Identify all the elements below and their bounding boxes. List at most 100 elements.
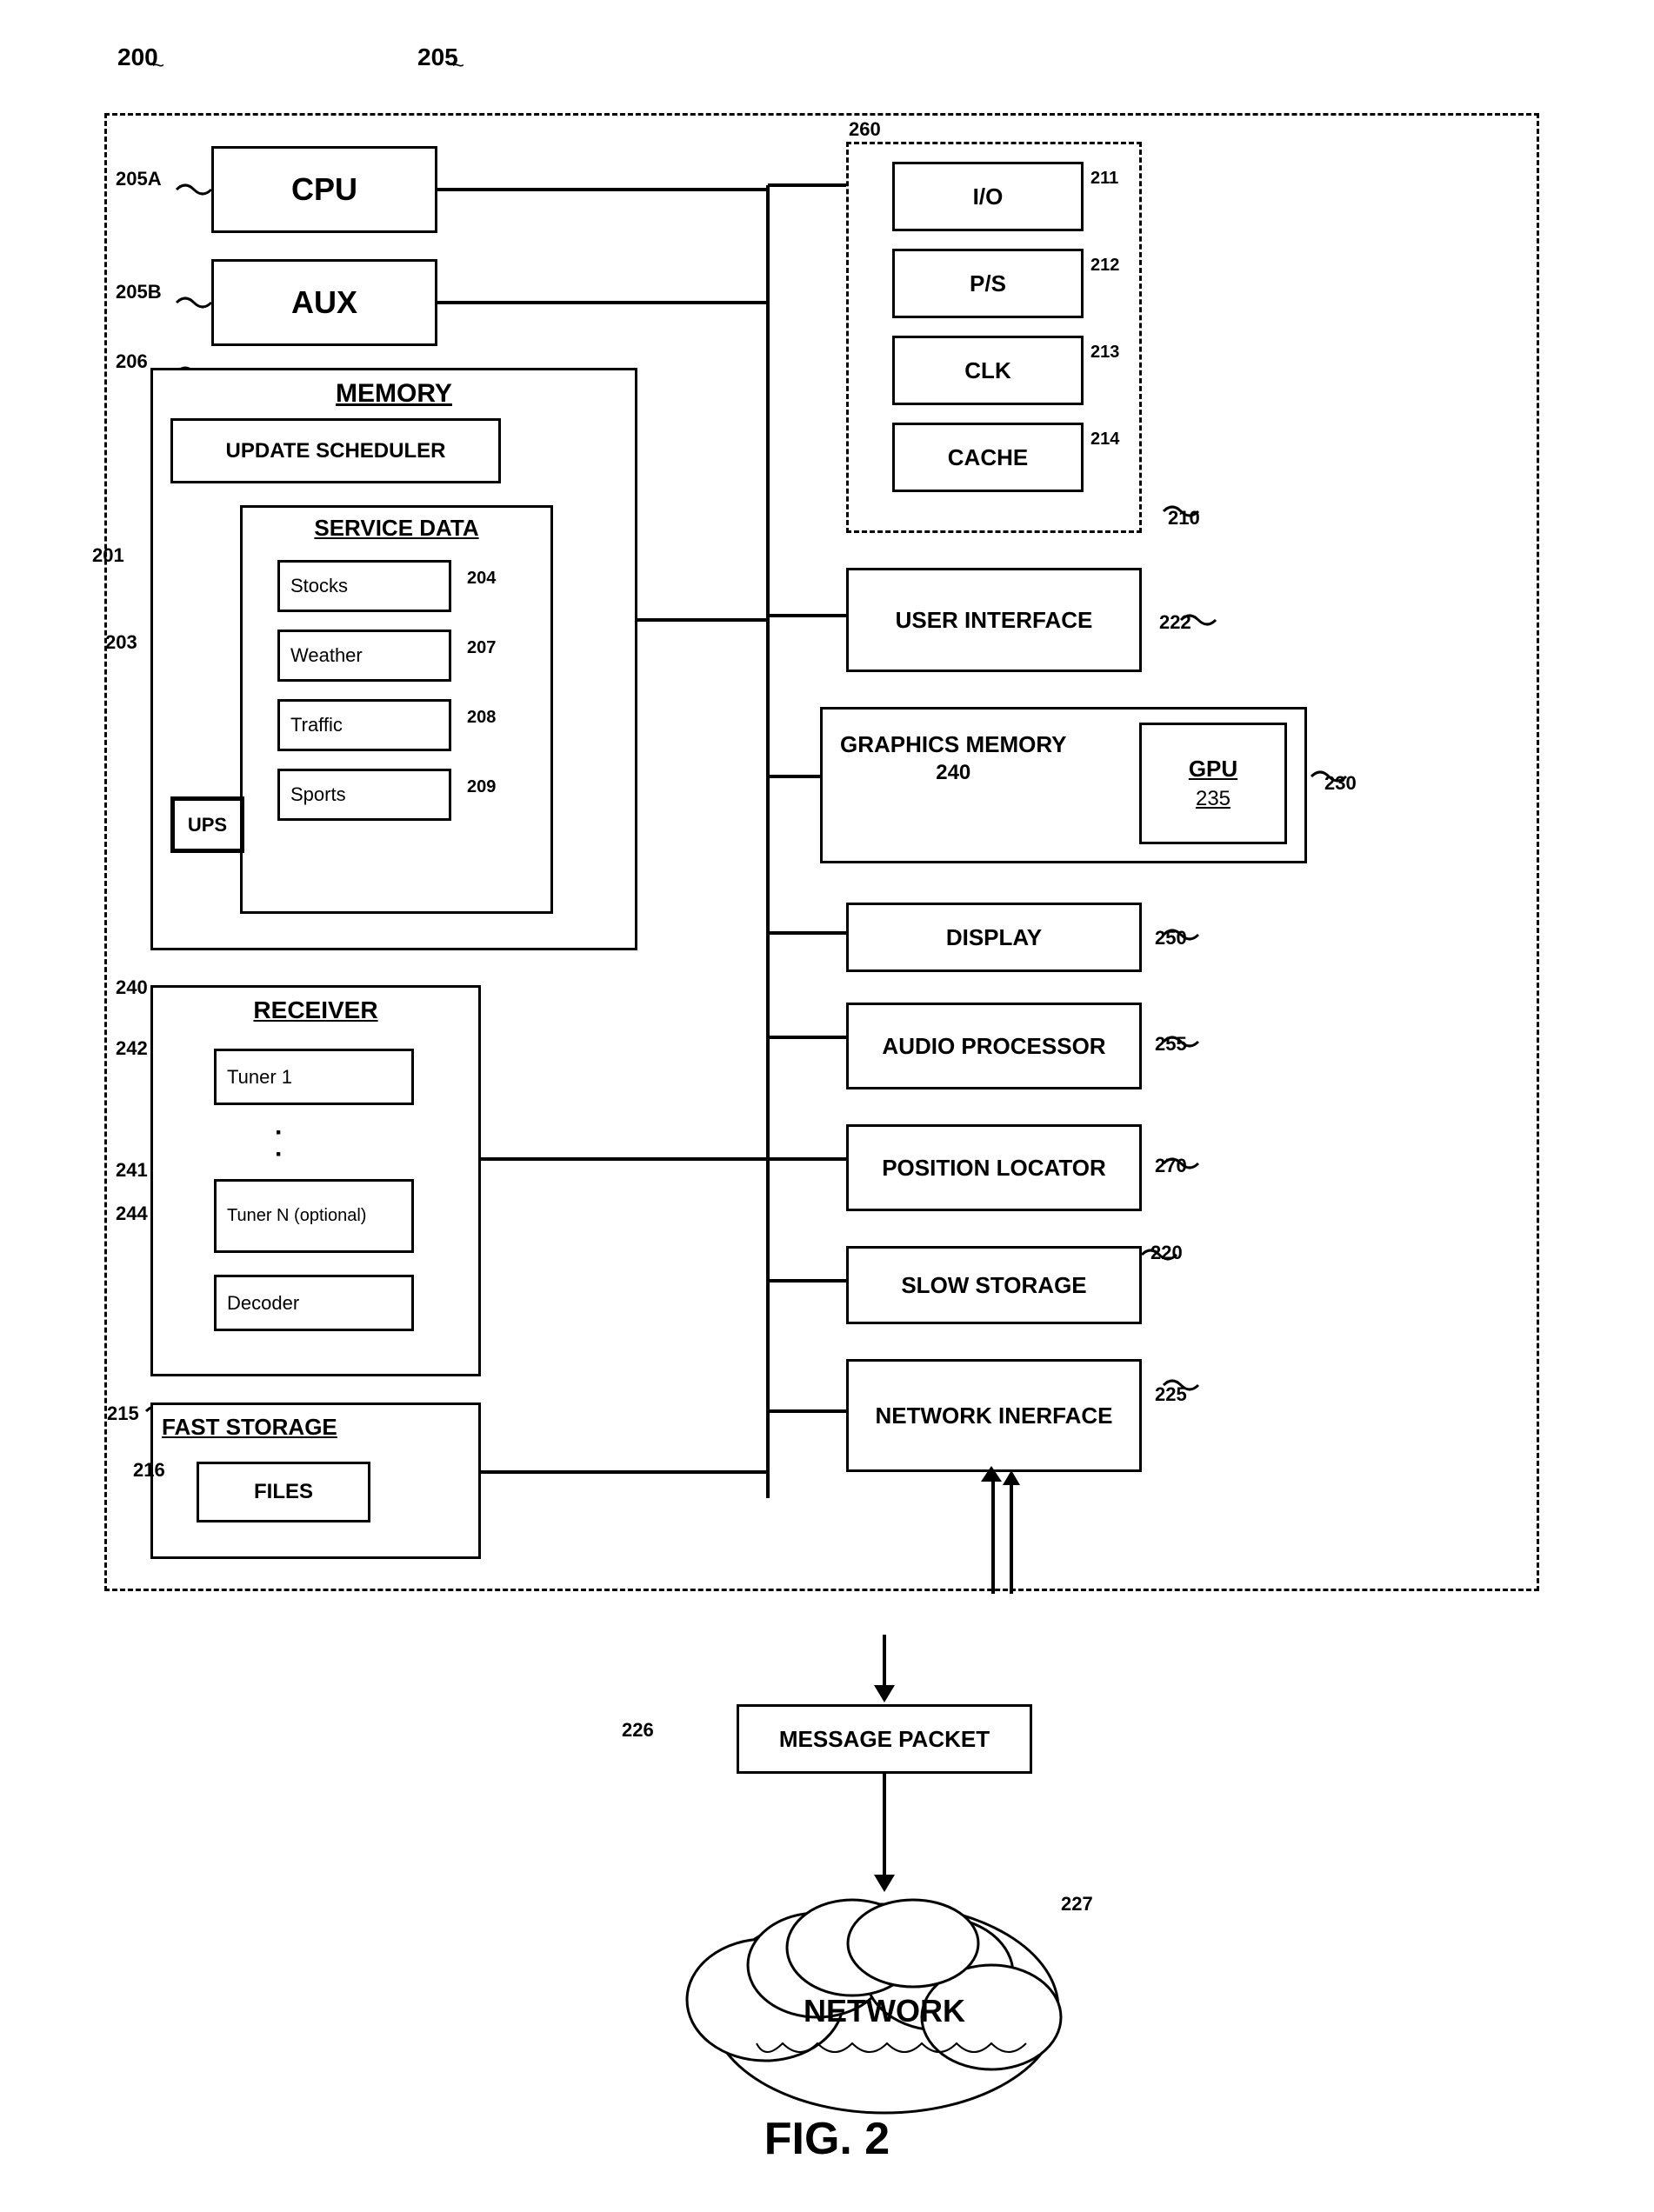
wavy-205: ~ <box>452 54 464 78</box>
ref-208: 208 <box>467 708 496 728</box>
ref-270: 270 <box>1155 1155 1187 1177</box>
aux-label: AUX <box>291 284 357 321</box>
sports-label: Sports <box>290 783 346 806</box>
update-scheduler-label: UPDATE SCHEDULER <box>226 439 446 463</box>
ref-250: 250 <box>1155 927 1187 949</box>
page: 200 ~ 205 ~ <box>0 0 1654 2212</box>
cpu-label: CPU <box>291 171 357 208</box>
message-packet-box: MESSAGE PACKET <box>737 1704 1032 1774</box>
tuner1-label: Tuner 1 <box>227 1066 292 1089</box>
cpu-box: CPU <box>211 146 437 233</box>
service-data-label: SERVICE DATA <box>243 508 550 542</box>
ref-213: 213 <box>1090 343 1119 363</box>
ref-203: 203 <box>105 631 137 654</box>
decoder-label: Decoder <box>227 1292 299 1315</box>
graphics-group-box: GRAPHICS MEMORY 240 GPU 235 <box>820 707 1307 863</box>
audio-label: AUDIO PROCESSOR <box>882 1033 1105 1060</box>
ref-204: 204 <box>467 569 496 589</box>
display-label: DISPLAY <box>946 924 1042 951</box>
bottom-section: NETWORK MESSAGE PACKET 226 227 <box>104 1635 1539 2174</box>
gpu-ref: 235 <box>1196 787 1230 811</box>
position-label: POSITION LOCATOR <box>882 1155 1106 1182</box>
ref-241: 241 <box>116 1159 148 1182</box>
clk-box: CLK <box>892 336 1084 405</box>
ref-227: 227 <box>1061 1893 1093 1916</box>
ref-244: 244 <box>116 1203 148 1225</box>
network-interface-label: NETWORK INERFACE <box>876 1402 1113 1429</box>
arrow-up-net <box>981 1466 1002 1482</box>
message-packet-label: MESSAGE PACKET <box>779 1726 990 1753</box>
memory-label: MEMORY <box>153 370 635 409</box>
ref-225: 225 <box>1155 1383 1187 1406</box>
audio-box: AUDIO PROCESSOR <box>846 1003 1142 1089</box>
ref-215: 215 <box>107 1402 139 1425</box>
service-data-box: SERVICE DATA Stocks Weather Traffic Spor… <box>240 505 553 914</box>
ups-box: UPS <box>170 796 244 853</box>
net-down-line <box>991 1472 995 1594</box>
cache-box: CACHE <box>892 423 1084 492</box>
stocks-box: Stocks <box>277 560 451 612</box>
tunerN-box: Tuner N (optional) <box>214 1179 414 1253</box>
ref-226: 226 <box>622 1719 654 1742</box>
main-outer-box: 205A 205B 206 CPU AUX MEMORY UPDATE SCHE… <box>104 113 1539 1591</box>
slow-storage-label: SLOW STORAGE <box>901 1272 1086 1299</box>
ref-214: 214 <box>1090 430 1119 450</box>
network-interface-box: NETWORK INERFACE <box>846 1359 1142 1472</box>
receiver-box: RECEIVER Tuner 1 · · Tuner N (optional) … <box>150 985 481 1376</box>
receiver-label: RECEIVER <box>153 988 478 1024</box>
fast-storage-label: FAST STORAGE <box>153 1405 478 1441</box>
ref-255: 255 <box>1155 1033 1187 1056</box>
fast-storage-box: FAST STORAGE FILES <box>150 1402 481 1559</box>
gpu-box: GPU 235 <box>1139 723 1287 844</box>
weather-box: Weather <box>277 630 451 682</box>
fig-caption: FIG. 2 <box>0 2113 1654 2165</box>
stocks-label: Stocks <box>290 575 348 597</box>
tuner1-box: Tuner 1 <box>214 1049 414 1105</box>
ui-label: USER INTERFACE <box>896 607 1093 634</box>
clk-label: CLK <box>964 357 1010 384</box>
ref-230: 230 <box>1324 772 1357 795</box>
ref-209: 209 <box>467 777 496 797</box>
ref-201: 201 <box>92 544 124 567</box>
display-box: DISPLAY <box>846 903 1142 972</box>
ups-label: UPS <box>188 814 227 836</box>
ref-260: 260 <box>849 118 881 141</box>
ref-220: 220 <box>1150 1242 1183 1264</box>
ref-216: 216 <box>133 1459 165 1482</box>
cache-label: CACHE <box>948 444 1028 471</box>
ref-212: 212 <box>1090 256 1119 276</box>
tunerN-label: Tuner N (optional) <box>227 1206 366 1226</box>
ref-222: 222 <box>1159 611 1191 634</box>
ref-205A: 205A <box>116 168 162 190</box>
memory-box: MEMORY UPDATE SCHEDULER SERVICE DATA Sto… <box>150 368 637 950</box>
wavy-200: ~ <box>152 54 164 78</box>
ref-211: 211 <box>1090 169 1118 189</box>
ref-207: 207 <box>467 638 496 658</box>
decoder-box: Decoder <box>214 1275 414 1331</box>
slow-storage-box: SLOW STORAGE <box>846 1246 1142 1324</box>
graphics-memory-label: GRAPHICS MEMORY 240 <box>840 731 1067 786</box>
io-box: I/O <box>892 162 1084 231</box>
update-scheduler-box: UPDATE SCHEDULER <box>170 418 501 483</box>
aux-box: AUX <box>211 259 437 346</box>
ref-242: 242 <box>116 1037 148 1060</box>
ref-206: 206 <box>116 350 148 373</box>
tuner-dots2: · <box>275 1140 283 1169</box>
files-label: FILES <box>254 1480 313 1504</box>
sports-box: Sports <box>277 769 451 821</box>
gpu-label: GPU <box>1189 756 1237 783</box>
ps-label: P/S <box>970 270 1006 297</box>
user-interface-box: USER INTERFACE <box>846 568 1142 672</box>
position-box: POSITION LOCATOR <box>846 1124 1142 1211</box>
traffic-box: Traffic <box>277 699 451 751</box>
ref-210: 210 <box>1168 507 1200 530</box>
io-label: I/O <box>973 183 1004 210</box>
io-group-box: 260 I/O 211 P/S 212 CLK 213 CACHE 214 <box>846 142 1142 533</box>
traffic-label: Traffic <box>290 714 343 736</box>
files-box: FILES <box>197 1462 370 1522</box>
ps-box: P/S <box>892 249 1084 318</box>
svg-text:NETWORK: NETWORK <box>804 1993 965 2029</box>
weather-label: Weather <box>290 644 363 667</box>
ref-240-recv: 240 <box>116 976 148 999</box>
ref-205B: 205B <box>116 281 162 303</box>
